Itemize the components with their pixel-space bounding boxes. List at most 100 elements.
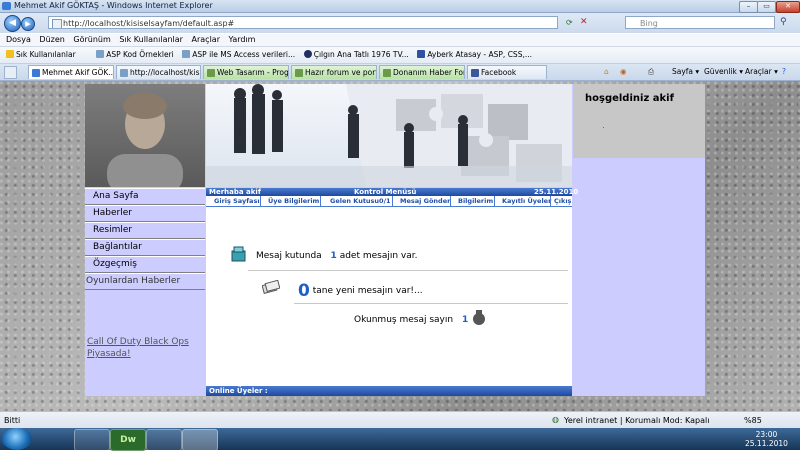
favorites-bar: Sık Kullanılanlar ASP Kod Örnekleri ASP … <box>0 47 800 64</box>
home-icon[interactable]: ⌂ <box>604 64 609 80</box>
fav-item-cilgin[interactable]: Çılgın Ana Tatlı 1976 TV... <box>303 47 409 63</box>
start-button[interactable] <box>2 428 32 450</box>
menu-file[interactable]: Dosya <box>6 34 31 46</box>
ctrl-bilgilerim[interactable]: Bilgilerim <box>458 197 493 205</box>
page-icon <box>207 69 215 77</box>
menu-view[interactable]: Görünüm <box>73 34 110 46</box>
taskbar-ie-icon[interactable] <box>182 429 218 451</box>
nav-item-haberler[interactable]: Haberler <box>85 205 205 222</box>
maximize-button[interactable]: ▭ <box>757 1 776 13</box>
triangle-icon <box>417 50 426 58</box>
intranet-icon: ◍ <box>552 415 559 424</box>
ctrl-uye-bilgilerim[interactable]: Üye Bilgilerim <box>268 197 319 205</box>
page-menu[interactable]: Sayfa ▾ <box>672 64 699 80</box>
menu-help[interactable]: Yardım <box>229 34 256 46</box>
site-icon <box>303 50 312 58</box>
taskbar-dreamweaver-icon[interactable]: Dw <box>110 429 146 451</box>
news-link-cod[interactable]: Call Of Duty Black Ops Piyasada! <box>87 336 197 360</box>
taskbar-explorer-icon[interactable] <box>146 429 182 451</box>
tools-menu[interactable]: Araçlar ▾ <box>745 64 778 80</box>
nav-item-resimler[interactable]: Resimler <box>85 222 205 239</box>
fav-item-ayberk[interactable]: Ayberk Atasay - ASP, CSS,... <box>417 47 532 63</box>
system-clock[interactable]: 23:00 25.11.2010 <box>745 430 788 448</box>
menu-favorites[interactable]: Sık Kullanılanlar <box>119 34 183 46</box>
tab-facebook[interactable]: Facebook <box>467 65 547 79</box>
header-greeting: Merhaba akif <box>209 188 261 196</box>
tab-donanim-haber[interactable]: Donanım Haber Foru... <box>379 65 465 79</box>
page-viewport: hoşgeldiniz akif Ana Sayfa Haberler Resi… <box>0 81 800 411</box>
site-container: hoşgeldiniz akif Ana Sayfa Haberler Resi… <box>85 84 705 396</box>
header-banner <box>206 84 572 187</box>
menu-bar: Dosya Düzen Görünüm Sık Kullanılanlar Ar… <box>0 34 800 47</box>
read-messages-summary: Okunmuş mesaj sayın 1 <box>354 315 469 325</box>
person-avatar-icon <box>107 93 183 187</box>
tab-mehmet-akif[interactable]: Mehmet Akif GÖK... <box>28 65 114 79</box>
ctrl-mesaj-gonder[interactable]: Mesaj Gönder <box>400 197 450 205</box>
minimize-button[interactable]: – <box>739 1 758 13</box>
fav-item-asp-kod[interactable]: ASP Kod Örnekleri <box>96 47 174 63</box>
control-panel: Merhaba akif Kontrol Menüsü 25.11.2010 G… <box>206 188 578 396</box>
menu-edit[interactable]: Düzen <box>39 34 64 46</box>
control-header: Merhaba akif Kontrol Menüsü 25.11.2010 <box>206 188 578 196</box>
inbox-count: 1 <box>330 251 337 261</box>
print-icon[interactable]: ⎙ <box>648 64 654 80</box>
safety-menu[interactable]: Güvenlik ▾ <box>704 64 743 80</box>
profile-photo <box>85 84 205 187</box>
status-bar: Bitti ◍ Yerel intranet | Korumalı Mod: K… <box>0 411 800 429</box>
new-messages-summary: 0 tane yeni mesajın var!... <box>298 281 423 301</box>
zone-text: Yerel intranet | Korumalı Mod: Kapalı <box>564 416 710 425</box>
money-bag-icon <box>473 310 485 325</box>
ctrl-cikis[interactable]: Çıkış <box>554 197 571 205</box>
taskbar: Dw 23:00 25.11.2010 <box>0 428 800 451</box>
search-icon[interactable]: ⚲ <box>780 17 787 27</box>
taskbar-app-games[interactable] <box>74 429 110 451</box>
feeds-icon[interactable]: ◉ <box>620 64 627 80</box>
new-message-count: 0 <box>298 281 310 301</box>
facebook-icon <box>471 69 479 77</box>
header-date: 25.11.2010 <box>534 188 579 196</box>
address-input[interactable]: http://localhost/kisiselsayfam/default.a… <box>48 16 558 29</box>
zoom-level[interactable]: %85 <box>744 416 762 425</box>
page-icon <box>383 69 391 77</box>
header-title: Kontrol Menüsü <box>354 188 417 196</box>
close-button[interactable]: ✕ <box>776 1 800 13</box>
fav-item-asp-access[interactable]: ASP ile MS Access verileri... <box>182 47 295 63</box>
menu-tools[interactable]: Araçlar <box>192 34 220 46</box>
back-icon[interactable]: ◀ <box>4 15 21 32</box>
welcome-panel: hoşgeldiniz akif <box>573 84 705 158</box>
tab-web-tasarim[interactable]: Web Tasarım - Progr... <box>203 65 289 79</box>
stop-icon[interactable]: ✕ <box>580 17 588 27</box>
page-icon <box>96 50 105 58</box>
tab-hazir-forum[interactable]: Hazır forum ve portal... <box>291 65 377 79</box>
welcome-text: hoşgeldiniz akif <box>585 93 674 104</box>
inbox-summary: Mesaj kutunda 1 adet mesajın var. <box>256 251 418 261</box>
refresh-icon[interactable]: ⟳ <box>566 18 573 27</box>
read-message-count: 1 <box>461 315 469 325</box>
favorites-button[interactable]: Sık Kullanılanlar <box>6 47 76 63</box>
forward-icon[interactable]: ▶ <box>21 17 35 31</box>
page-icon <box>295 69 303 77</box>
mailbox-icon <box>231 246 246 262</box>
nav-item-ozgecmis[interactable]: Özgeçmiş <box>85 256 205 273</box>
page-icon <box>120 69 128 77</box>
news-heading: Oyunlardan Haberler <box>85 273 205 290</box>
ctrl-kayitli-uyeler[interactable]: Kayıtlı Üyeler <box>502 197 551 205</box>
nav-item-ana-sayfa[interactable]: Ana Sayfa <box>85 188 205 205</box>
help-icon[interactable]: ? <box>782 64 786 80</box>
quick-tabs-icon[interactable] <box>4 66 17 79</box>
search-input[interactable]: Bing <box>625 16 775 29</box>
page-icon <box>182 50 191 58</box>
title-bar: Mehmet Akif GÖKTAŞ - Windows Internet Ex… <box>0 0 800 13</box>
window-title: Mehmet Akif GÖKTAŞ - Windows Internet Ex… <box>14 1 213 10</box>
ie-icon <box>2 2 11 10</box>
tab-bar: Mehmet Akif GÖK... http://localhost/kisi… <box>0 64 800 81</box>
tab-localhost[interactable]: http://localhost/kisis... <box>116 65 201 79</box>
ctrl-gelen-kutusu[interactable]: Gelen Kutusu0/1 <box>330 197 390 205</box>
envelopes-icon <box>262 280 280 294</box>
status-text: Bitti <box>4 416 21 425</box>
ctrl-giris-sayfasi[interactable]: Giriş Sayfası <box>214 197 260 205</box>
page-icon <box>52 19 62 28</box>
nav-item-baglantilar[interactable]: Bağlantılar <box>85 239 205 256</box>
page-icon <box>32 69 40 77</box>
left-nav: Ana Sayfa Haberler Resimler Bağlantılar … <box>85 188 205 290</box>
